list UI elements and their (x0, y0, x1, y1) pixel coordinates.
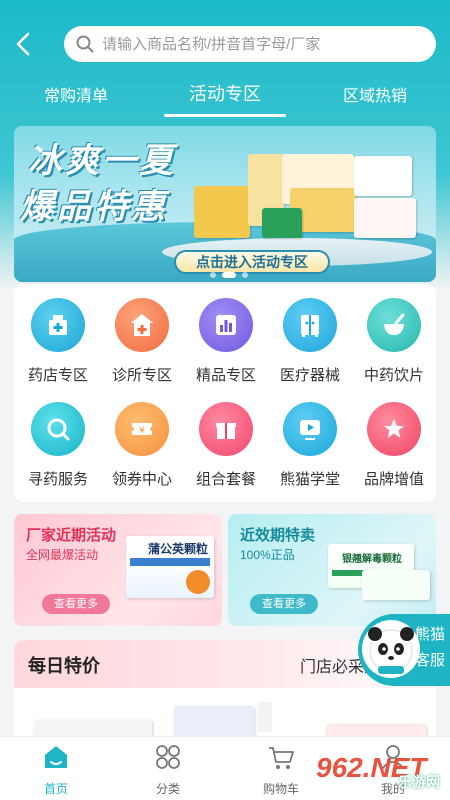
banner-product-box (194, 186, 250, 238)
cabinet-icon (283, 298, 337, 352)
promo-card-near-expiry[interactable]: 近效期特卖 100%正品 银翘解毒颗粒 查看更多 (228, 514, 436, 626)
search-bar[interactable] (64, 26, 436, 62)
grid-item-pharmacy[interactable]: 药店专区 (16, 286, 100, 386)
view-more-button[interactable]: 查看更多 (42, 594, 110, 614)
service-label-line1: 熊猫 (414, 626, 445, 643)
search-input[interactable] (102, 35, 412, 53)
nav-cart[interactable]: 购物车 (246, 743, 316, 797)
banner-title: 冰爽一夏 爆品特惠 (20, 138, 176, 230)
top-bar (0, 0, 450, 80)
grid-item-herbal[interactable]: 中药饮片 (352, 286, 436, 386)
coupon-icon: ¥ (115, 402, 169, 456)
product-box-image: 蒲公英颗粒 (126, 536, 214, 598)
gift-icon (199, 402, 253, 456)
clinic-icon (115, 298, 169, 352)
play-icon (283, 402, 337, 456)
product-box-image (362, 570, 430, 600)
grid-item-boutique[interactable]: 精品专区 (184, 286, 268, 386)
service-label: 熊猫 客服 (410, 622, 450, 674)
grid-label: 精品专区 (195, 367, 256, 384)
panda-service-button[interactable]: 熊猫 客服 (358, 614, 450, 686)
active-tab-indicator (164, 114, 286, 117)
search-icon (76, 35, 94, 53)
banner-cta-button[interactable]: 点击进入活动专区 (174, 250, 330, 274)
nav-label: 购物车 (262, 782, 299, 796)
product-name-label: 蒲公英颗粒 (148, 542, 209, 556)
promo-title: 厂家近期活动 (26, 527, 117, 544)
deal-product-image (34, 720, 152, 736)
star-icon (367, 402, 421, 456)
tab-frequent-list[interactable]: 常购清单 (26, 82, 126, 106)
grid-label: 寻药服务 (27, 471, 88, 488)
nav-home[interactable]: 首页 (21, 743, 91, 797)
watermark-logo: 962.NET 乐游网 (316, 752, 446, 792)
tab-activity-zone[interactable]: 活动专区 (170, 80, 280, 106)
banner-dot (210, 272, 216, 278)
tab-regional-hot[interactable]: 区域热销 (325, 82, 425, 106)
banner-title-line1: 冰爽一夏 (28, 142, 176, 180)
grid-label: 领券中心 (111, 471, 172, 488)
back-button[interactable] (8, 26, 38, 62)
deal-product-image (326, 724, 426, 736)
chart-icon (199, 298, 253, 352)
banner-dot (242, 272, 248, 278)
deal-product-image (174, 706, 254, 736)
nav-label: 分类 (155, 782, 180, 796)
deal-product-text (258, 702, 272, 732)
cart-icon (269, 747, 294, 769)
watermark-subtext: 乐游网 (398, 774, 440, 790)
grid-item-medical-devices[interactable]: 医疗器械 (268, 286, 352, 386)
category-icon (156, 745, 180, 769)
nav-label: 首页 (43, 782, 68, 796)
promo-subtitle: 全网最爆活动 (26, 548, 99, 562)
grid-label: 中药饮片 (363, 367, 424, 384)
grid-item-clinic[interactable]: 诊所专区 (100, 286, 184, 386)
grid-label: 诊所专区 (111, 367, 172, 384)
grid-label: 药店专区 (27, 367, 88, 384)
svg-text:¥: ¥ (139, 426, 145, 436)
banner-dot-active (222, 272, 236, 278)
banner-product-box (354, 198, 416, 238)
grid-item-panda-school[interactable]: 熊猫学堂 (268, 390, 352, 490)
top-tabs: 常购清单 活动专区 区域热销 (0, 78, 450, 118)
daily-deals-title: 每日特价 (28, 656, 100, 676)
grid-item-package[interactable]: 组合套餐 (184, 390, 268, 490)
promo-subtitle: 100%正品 (240, 548, 295, 562)
product-box-stripe (130, 558, 210, 566)
back-arrow-icon (16, 32, 30, 56)
view-more-button[interactable]: 查看更多 (250, 594, 318, 614)
pharmacy-icon (31, 298, 85, 352)
category-grid: 药店专区 诊所专区 精品专区 医疗器械 中药饮片 寻药服务 ¥ 领券中心 组合套… (14, 284, 436, 502)
search-pill-icon (31, 402, 85, 456)
promo-card-manufacturer[interactable]: 厂家近期活动 全网最爆活动 蒲公英颗粒 查看更多 (14, 514, 222, 626)
grid-item-coupon[interactable]: ¥ 领券中心 (100, 390, 184, 490)
banner-product-box (262, 208, 302, 238)
product-box-orange (186, 570, 210, 594)
grid-label: 组合套餐 (195, 471, 256, 488)
promo-banner[interactable]: 冰爽一夏 爆品特惠 点击进入活动专区 (14, 126, 436, 282)
banner-product-box (354, 156, 412, 196)
service-label-line2: 客服 (414, 652, 445, 669)
nav-category[interactable]: 分类 (133, 743, 203, 797)
banner-title-line2: 爆品特惠 (20, 188, 168, 226)
promo-title: 近效期特卖 (240, 527, 316, 544)
product-name-label: 银翘解毒颗粒 (342, 554, 402, 565)
grid-label: 品牌增值 (363, 471, 424, 488)
mortar-icon (367, 298, 421, 352)
banner-pagination (210, 272, 248, 278)
grid-item-brand[interactable]: 品牌增值 (352, 390, 436, 490)
grid-item-find-drug[interactable]: 寻药服务 (16, 390, 100, 490)
grid-label: 熊猫学堂 (279, 471, 340, 488)
home-icon (45, 746, 67, 768)
grid-label: 医疗器械 (279, 367, 340, 384)
